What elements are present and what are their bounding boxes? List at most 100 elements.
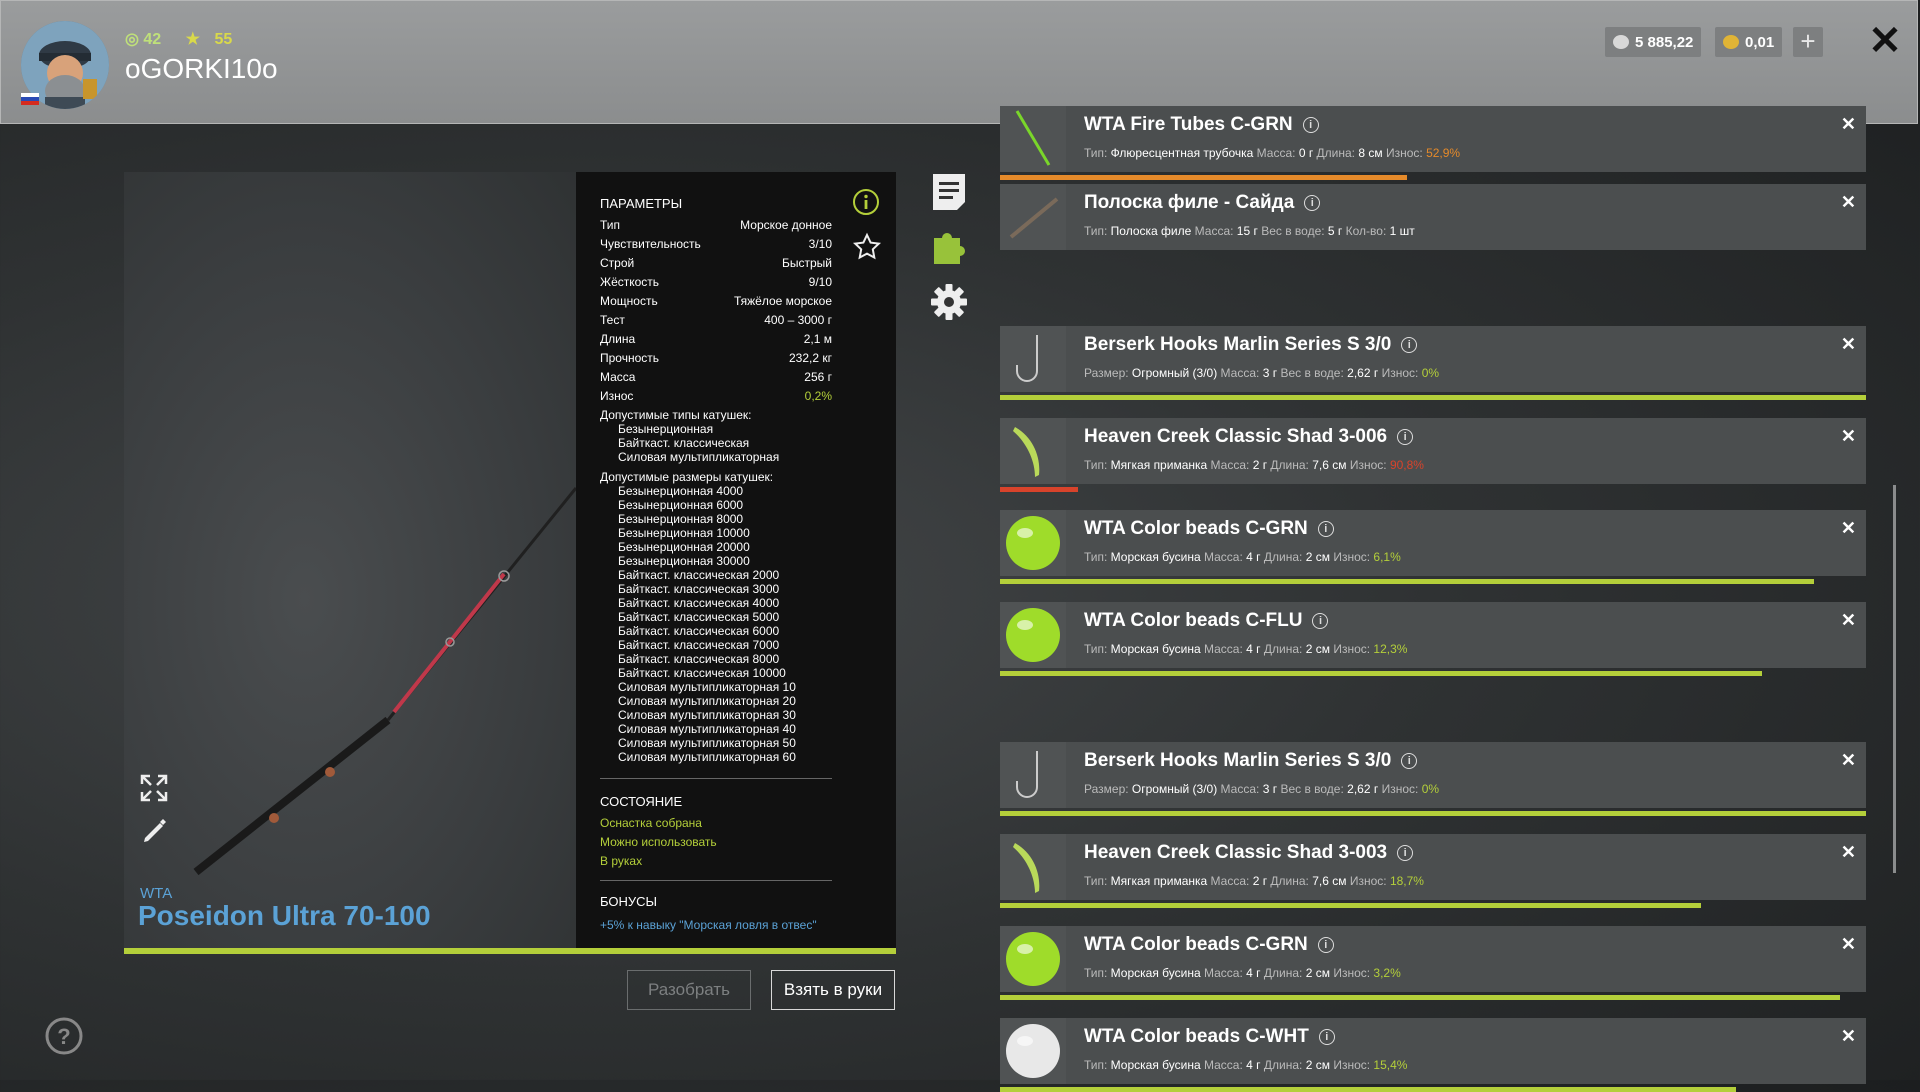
player-stats: ◎ 42 ★ 55 <box>125 29 252 49</box>
param-value: Тяжёлое морское <box>733 294 832 308</box>
item-details: Тип: Флюресцентная трубочка Масса: 0 г Д… <box>1084 146 1460 160</box>
item-name-text: Berserk Hooks Marlin Series S 3/0 <box>1084 750 1392 771</box>
item-thumbnail <box>1000 106 1066 172</box>
list-item[interactable]: Berserk Hooks Marlin Series S 3/0 i Размер… <box>1000 326 1866 392</box>
info-icon[interactable]: i <box>1312 613 1329 629</box>
detail-label: Длина: <box>1270 458 1313 472</box>
list-scrollbar[interactable] <box>1893 485 1896 873</box>
item-wear-bar <box>1000 995 1866 1000</box>
item-thumbnail <box>1000 510 1066 576</box>
detail-label: Масса: <box>1204 966 1247 980</box>
list-item[interactable]: Heaven Creek Classic Shad 3-003 i Тип: Мяг… <box>1000 834 1866 900</box>
level-value: 42 <box>143 31 162 48</box>
remove-item-button[interactable]: ✕ <box>1841 426 1856 447</box>
detail-label: Тип: <box>1084 874 1111 888</box>
info-icon[interactable]: i <box>1317 937 1334 953</box>
remove-item-button[interactable]: ✕ <box>1841 114 1856 135</box>
reel-types-title: Допустимые типы катушек: <box>600 408 752 422</box>
info-icon[interactable]: i <box>1302 117 1319 133</box>
info-icon[interactable]: i <box>1397 845 1414 861</box>
wear-label: Износ: <box>1333 550 1374 564</box>
level-indicator: ◎ 42 <box>125 31 162 48</box>
list-item[interactable]: Berserk Hooks Marlin Series S 3/0 i Размер… <box>1000 742 1866 808</box>
list-item[interactable]: WTA Color beads C-GRN i Тип: Морская бусин… <box>1000 510 1866 576</box>
remove-item-button[interactable]: ✕ <box>1841 518 1856 539</box>
info-icon[interactable]: i <box>1401 753 1418 769</box>
wear-label: Износ: <box>1381 782 1422 796</box>
disassemble-button[interactable]: Разобрать <box>627 970 751 1010</box>
detail-label: Тип: <box>1084 224 1111 238</box>
param-label: Прочность <box>600 351 660 365</box>
star-icon[interactable] <box>852 232 882 262</box>
detail-value: 15 г <box>1236 224 1258 238</box>
param-row: Прочность 232,2 кг <box>600 351 832 365</box>
item-name: Heaven Creek Classic Shad 3-006 i <box>1084 426 1414 448</box>
detail-label: Вес в воде: <box>1280 782 1348 796</box>
detail-value: Огромный (3/0) <box>1131 782 1218 796</box>
item-wear-fill <box>1000 995 1841 1000</box>
info-icon[interactable]: i <box>1304 195 1321 211</box>
remove-item-button[interactable]: ✕ <box>1841 1026 1856 1047</box>
gold-value: 0,01 <box>1745 33 1775 51</box>
detail-value: 5 г <box>1327 224 1343 238</box>
gear-icon[interactable] <box>930 282 968 322</box>
info-icon[interactable] <box>852 188 880 216</box>
puzzle-icon[interactable] <box>930 226 968 266</box>
gold-balance[interactable]: 0,01 <box>1715 27 1783 57</box>
param-value: 9/10 <box>808 275 832 289</box>
param-value: 2,1 м <box>803 332 832 346</box>
param-value: 3/10 <box>808 237 832 251</box>
item-name: Heaven Creek Classic Shad 3-003 i <box>1084 842 1414 864</box>
detail-value: 4 г <box>1246 642 1261 656</box>
item-name-text: WTA Color beads C-GRN <box>1084 518 1308 539</box>
item-thumbnail <box>1000 326 1066 392</box>
item-thumbnail <box>1000 418 1066 484</box>
item-thumbnail <box>1000 1018 1066 1084</box>
detail-label: Длина: <box>1263 550 1306 564</box>
remove-item-button[interactable]: ✕ <box>1841 750 1856 771</box>
state-item: Оснастка собрана <box>600 816 702 830</box>
close-button[interactable]: ✕ <box>1865 21 1905 61</box>
item-image <box>1006 516 1060 570</box>
help-icon[interactable]: ? <box>44 1016 84 1056</box>
take-in-hands-button[interactable]: Взять в руки <box>771 970 895 1010</box>
expand-icon[interactable] <box>138 772 170 804</box>
notes-icon[interactable] <box>930 172 968 212</box>
brush-icon[interactable] <box>138 814 170 846</box>
param-label: Тест <box>600 313 625 327</box>
item-wear-fill <box>1000 811 1866 816</box>
list-item[interactable]: WTA Color beads C-GRN i Тип: Морская бусин… <box>1000 926 1866 992</box>
wear-value: 18,7% <box>1389 874 1424 888</box>
list-item[interactable]: WTA Fire Tubes C-GRN i Тип: Флюресцентная … <box>1000 106 1866 172</box>
item-name: WTA Color beads C-GRN i <box>1084 934 1334 956</box>
param-value: Морское донное <box>740 218 832 232</box>
detail-label: Вес в воде: <box>1280 366 1348 380</box>
remove-item-button[interactable]: ✕ <box>1841 334 1856 355</box>
item-wear-fill <box>1000 579 1815 584</box>
info-icon[interactable]: i <box>1401 337 1418 353</box>
reel-type-item: Безынерционная <box>618 422 714 436</box>
info-icon[interactable]: i <box>1318 1029 1335 1045</box>
add-currency-button[interactable]: + <box>1793 27 1823 57</box>
remove-item-button[interactable]: ✕ <box>1841 192 1856 213</box>
item-wear-bar <box>1000 671 1866 676</box>
detail-value: 2 см <box>1305 642 1330 656</box>
rod-preview[interactable]: WTA Poseidon Ultra 70-100 <box>124 172 576 948</box>
list-item[interactable]: Heaven Creek Classic Shad 3-006 i Тип: Мяг… <box>1000 418 1866 484</box>
info-icon[interactable]: i <box>1397 429 1414 445</box>
detail-label: Длина: <box>1270 874 1313 888</box>
remove-item-button[interactable]: ✕ <box>1841 610 1856 631</box>
parameters-panel[interactable]: ПАРАМЕТРЫ Тип Морское донное Чувствительно… <box>576 172 896 948</box>
list-item[interactable]: Полоска филе - Сайда i Тип: Полоска филе М… <box>1000 184 1866 250</box>
list-item[interactable]: WTA Color beads C-FLU i Тип: Морская бусин… <box>1000 602 1866 668</box>
item-name: WTA Color beads C-FLU i <box>1084 610 1329 632</box>
param-label: Длина <box>600 332 636 346</box>
item-details: Тип: Мягкая приманка Масса: 2 г Длина: 7… <box>1084 458 1424 472</box>
remove-item-button[interactable]: ✕ <box>1841 842 1856 863</box>
param-label: Износ <box>600 389 634 403</box>
detail-label: Тип: <box>1084 1058 1111 1072</box>
remove-item-button[interactable]: ✕ <box>1841 934 1856 955</box>
silver-balance[interactable]: 5 885,22 <box>1605 27 1702 57</box>
info-icon[interactable]: i <box>1317 521 1334 537</box>
list-item[interactable]: WTA Color beads C-WHT i Тип: Морская бусин… <box>1000 1018 1866 1084</box>
